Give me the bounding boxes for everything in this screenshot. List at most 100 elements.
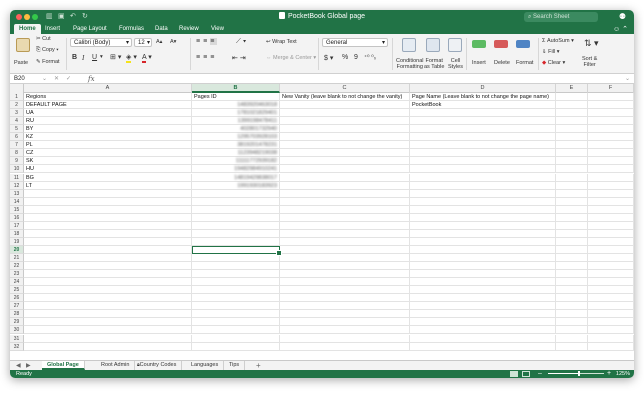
sort-filter-button[interactable]: Sort & Filter [582, 56, 597, 68]
cell-b15[interactable] [192, 205, 280, 214]
cell-b31[interactable] [192, 334, 280, 343]
cell-b7[interactable]: 3819201478231 [192, 141, 280, 150]
sheet-tab-country-codes[interactable]: 🔒︎Country Codes [132, 361, 183, 370]
row-header[interactable]: 1 [10, 93, 24, 102]
row-header[interactable]: 25 [10, 286, 24, 295]
cell-b16[interactable] [192, 213, 280, 222]
column-header-a[interactable]: A [24, 84, 192, 93]
cell-e32[interactable] [556, 342, 588, 351]
tab-page-layout[interactable]: Page Layout [68, 24, 112, 34]
cell-f26[interactable] [588, 294, 634, 303]
cell-f18[interactable] [588, 229, 634, 238]
insert-cells-button[interactable]: Insert [472, 60, 486, 66]
cell-d12[interactable] [410, 181, 556, 190]
cell-f15[interactable] [588, 205, 634, 214]
cell-e12[interactable] [556, 181, 588, 190]
cell-a5[interactable]: BY [24, 125, 192, 134]
cell-c26[interactable] [280, 294, 410, 303]
cell-f9[interactable] [588, 157, 634, 166]
cell-b4[interactable]: 1399198478411 [192, 117, 280, 126]
row-header[interactable]: 17 [10, 221, 24, 230]
normal-view-button[interactable] [510, 371, 518, 377]
cell-f12[interactable] [588, 181, 634, 190]
row-header[interactable]: 29 [10, 318, 24, 327]
cell-f1[interactable] [588, 93, 634, 102]
cell-b8[interactable]: 1123948219038 [192, 149, 280, 158]
cell-d17[interactable] [410, 221, 556, 230]
cell-c14[interactable] [280, 197, 410, 206]
cell-f16[interactable] [588, 213, 634, 222]
row-header[interactable]: 30 [10, 326, 24, 335]
cell-a22[interactable] [24, 262, 192, 271]
tab-formulas[interactable]: Formulas [114, 24, 149, 34]
add-sheet-button[interactable]: + [256, 361, 261, 370]
cell-c5[interactable] [280, 125, 410, 134]
cell-d27[interactable] [410, 302, 556, 311]
row-header[interactable]: 21 [10, 254, 24, 263]
cell-b19[interactable] [192, 237, 280, 246]
cell-d6[interactable] [410, 133, 556, 142]
zoom-slider-knob[interactable] [577, 371, 580, 376]
orientation-button[interactable]: ⟋ ▾ [236, 38, 246, 46]
cell-e15[interactable] [556, 205, 588, 214]
cell-b21[interactable] [192, 254, 280, 263]
cell-a12[interactable]: LT [24, 181, 192, 190]
sheet-tab-global-page[interactable]: Global Page [42, 361, 85, 370]
format-as-table-icon[interactable] [426, 38, 440, 52]
cell-e26[interactable] [556, 294, 588, 303]
cell-d32[interactable] [410, 342, 556, 351]
cell-e23[interactable] [556, 270, 588, 279]
cell-f11[interactable] [588, 173, 634, 182]
cell-a28[interactable] [24, 310, 192, 319]
cell-c4[interactable] [280, 117, 410, 126]
cell-styles-button[interactable]: Cell Styles [448, 58, 463, 70]
cell-f8[interactable] [588, 149, 634, 158]
row-header[interactable]: 20 [10, 245, 24, 254]
previous-sheet-arrow-icon[interactable]: ◀ [16, 362, 21, 370]
cell-a2[interactable]: DEFAULT PAGE [24, 101, 192, 110]
zoom-in-button[interactable]: + [607, 370, 611, 378]
cell-e30[interactable] [556, 326, 588, 335]
row-header[interactable]: 5 [10, 125, 24, 134]
row-header[interactable]: 18 [10, 229, 24, 238]
tab-insert[interactable]: Insert [40, 24, 65, 34]
cell-a4[interactable]: RU [24, 117, 192, 126]
percent-button[interactable]: % [342, 54, 348, 61]
format-as-table-button[interactable]: Format as Table [424, 58, 444, 70]
grow-font-button[interactable]: A▴ [156, 39, 162, 45]
cell-c29[interactable] [280, 318, 410, 327]
cell-d21[interactable] [410, 254, 556, 263]
cell-c30[interactable] [280, 326, 410, 335]
cell-e13[interactable] [556, 189, 588, 198]
cell-a7[interactable]: PL [24, 141, 192, 150]
cell-f2[interactable] [588, 101, 634, 110]
cell-f4[interactable] [588, 117, 634, 126]
sheet-tab-languages[interactable]: Languages [186, 361, 225, 370]
underline-dropdown[interactable]: ▾ [100, 54, 103, 60]
row-header[interactable]: 28 [10, 310, 24, 319]
borders-button[interactable]: ⊞ ▾ [110, 53, 121, 61]
cell-e9[interactable] [556, 157, 588, 166]
column-header-e[interactable]: E [556, 84, 588, 93]
cell-c9[interactable] [280, 157, 410, 166]
cell-a19[interactable] [24, 237, 192, 246]
sheet-tab-tips[interactable]: Tips [224, 361, 246, 370]
row-header[interactable]: 24 [10, 278, 24, 287]
cell-a24[interactable] [24, 278, 192, 287]
cell-f7[interactable] [588, 141, 634, 150]
cell-d30[interactable] [410, 326, 556, 335]
cell-b30[interactable] [192, 326, 280, 335]
page-layout-view-button[interactable] [522, 371, 530, 377]
clear-button[interactable]: ◆ Clear ▾ [542, 60, 565, 66]
spreadsheet-grid[interactable]: ABCDEF 1 Regions Pages ID New Vanity (leave… [10, 84, 634, 360]
zoom-out-button[interactable]: – [538, 370, 542, 378]
cell-b12[interactable]: 1991930183923 [192, 181, 280, 190]
insert-function-button[interactable]: fx [88, 74, 95, 84]
cell-e11[interactable] [556, 173, 588, 182]
paste-label[interactable]: Paste [14, 60, 28, 66]
cell-b26[interactable] [192, 294, 280, 303]
cell-d31[interactable] [410, 334, 556, 343]
cell-d4[interactable] [410, 117, 556, 126]
cell-b20[interactable] [192, 245, 280, 254]
cell-d2[interactable]: PocketBook [410, 101, 556, 110]
